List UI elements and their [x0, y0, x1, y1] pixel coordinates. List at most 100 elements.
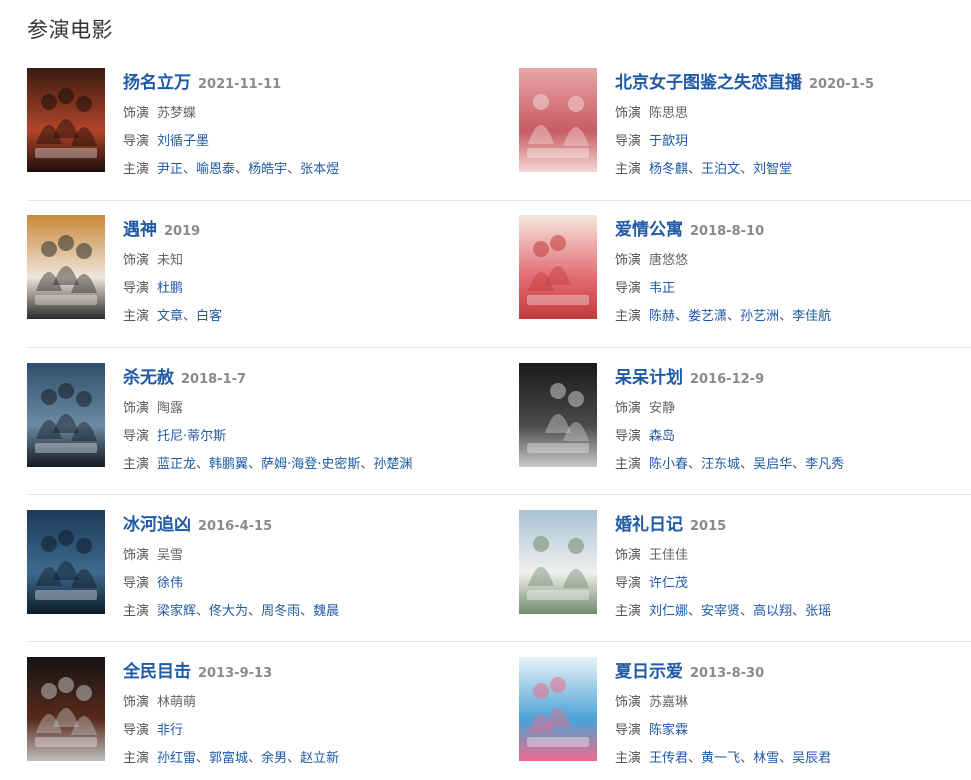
film-title-link[interactable]: 遇神: [123, 220, 157, 240]
role-label: 饰演: [615, 695, 642, 710]
cast-label: 主演: [123, 309, 150, 324]
film-poster[interactable]: [27, 363, 105, 467]
film-poster[interactable]: [519, 363, 597, 467]
poster-art: [519, 363, 597, 467]
role-label: 饰演: [123, 401, 150, 416]
director-link[interactable]: 韦正: [649, 281, 675, 296]
director-label: 导演: [615, 723, 642, 738]
director-link[interactable]: 森岛: [649, 429, 675, 444]
director-link[interactable]: 杜鹏: [157, 281, 183, 296]
film-title-link[interactable]: 北京女子图鉴之失恋直播: [615, 73, 802, 93]
cast-link[interactable]: 韩鹏翼: [209, 457, 248, 472]
cast-link[interactable]: 杨冬麒: [649, 162, 688, 177]
cast-separator: 、: [779, 309, 793, 324]
cast-row: 主演 杨冬麒、王泊文、刘智堂: [615, 158, 792, 177]
cast-link[interactable]: 杨皓宇: [248, 162, 287, 177]
cast-link[interactable]: 李凡秀: [805, 457, 844, 472]
cast-label: 主演: [615, 604, 642, 619]
film-card: 呆呆计划 2016-12-9 饰演 安静 导演 森岛 主演 陈小春、汪东城、吴启华、李凡秀: [519, 363, 969, 473]
cast-link[interactable]: 陈赫: [649, 309, 675, 324]
cast-link[interactable]: 陈小春: [649, 457, 688, 472]
cast-separator: 、: [688, 751, 702, 766]
film-title-link[interactable]: 婚礼日记: [615, 515, 683, 535]
film-title-link[interactable]: 扬名立万: [123, 73, 191, 93]
film-grid: 扬名立万 2021-11-11 饰演 苏梦蝶 导演 刘循子墨 主演 尹正、喻恩泰、杨皓宇、张本…: [0, 0, 971, 780]
director-link[interactable]: 徐伟: [157, 576, 183, 591]
director-link[interactable]: 托尼·蒂尔斯: [157, 429, 226, 444]
cast-separator: 、: [740, 457, 754, 472]
cast-link[interactable]: 王传君: [649, 751, 688, 766]
cast-link[interactable]: 萨姆·海登·史密斯: [261, 457, 360, 472]
cast-link[interactable]: 高以翔: [753, 604, 792, 619]
film-title-link[interactable]: 全民目击: [123, 662, 191, 682]
film-poster[interactable]: [519, 68, 597, 172]
cast-link[interactable]: 喻恩泰: [196, 162, 235, 177]
film-release-date: 2021-11-11: [198, 77, 282, 92]
cast-link[interactable]: 郭富城: [209, 751, 248, 766]
cast-link[interactable]: 赵立新: [300, 751, 339, 766]
film-release-date: 2019: [164, 224, 201, 239]
film-title-link[interactable]: 夏日示爱: [615, 662, 683, 682]
cast-link[interactable]: 余男: [261, 751, 287, 766]
film-title-link[interactable]: 冰河追凶: [123, 515, 191, 535]
film-title-link[interactable]: 杀无赦: [123, 368, 174, 388]
director-link[interactable]: 许仁茂: [649, 576, 688, 591]
film-release-date: 2013-8-30: [690, 666, 765, 681]
cast-separator: 、: [248, 604, 262, 619]
director-link[interactable]: 于歆玥: [649, 134, 688, 149]
film-poster[interactable]: [27, 215, 105, 319]
cast-link[interactable]: 梁家辉: [157, 604, 196, 619]
film-card: 北京女子图鉴之失恋直播 2020-1-5 饰演 陈思思 导演 于歆玥 主演 杨冬麒、王泊文、刘…: [519, 68, 969, 178]
role-row: 饰演 王佳佳: [615, 544, 688, 563]
cast-link[interactable]: 李佳航: [792, 309, 831, 324]
cast-link[interactable]: 刘仁娜: [649, 604, 688, 619]
cast-link[interactable]: 刘智堂: [753, 162, 792, 177]
cast-link[interactable]: 娄艺潇: [688, 309, 727, 324]
film-title-row: 冰河追凶 2016-4-15: [123, 510, 272, 535]
cast-link[interactable]: 汪东城: [701, 457, 740, 472]
role-row: 饰演 陈思思: [615, 102, 688, 121]
film-poster[interactable]: [27, 510, 105, 614]
cast-link[interactable]: 周冬雨: [261, 604, 300, 619]
cast-link[interactable]: 孙艺洲: [740, 309, 779, 324]
film-poster[interactable]: [27, 657, 105, 761]
cast-link[interactable]: 安宰贤: [701, 604, 740, 619]
film-title-row: 夏日示爱 2013-8-30: [615, 657, 764, 682]
cast-row: 主演 文章、白客: [123, 305, 222, 324]
director-link[interactable]: 非行: [157, 723, 183, 738]
cast-link[interactable]: 孙红雷: [157, 751, 196, 766]
film-title-link[interactable]: 爱情公寓: [615, 220, 683, 240]
cast-link[interactable]: 王泊文: [701, 162, 740, 177]
cast-separator: 、: [248, 457, 262, 472]
cast-separator: 、: [688, 457, 702, 472]
cast-link[interactable]: 吴启华: [753, 457, 792, 472]
cast-link[interactable]: 张本煜: [300, 162, 339, 177]
cast-link[interactable]: 吴辰君: [792, 751, 831, 766]
cast-link[interactable]: 文章: [157, 309, 183, 324]
cast-link[interactable]: 白客: [196, 309, 222, 324]
film-card: 爱情公寓 2018-8-10 饰演 唐悠悠 导演 韦正 主演 陈赫、娄艺潇、孙艺洲、李佳航: [519, 215, 969, 325]
film-title-row: 呆呆计划 2016-12-9: [615, 363, 764, 388]
cast-separator: 、: [792, 457, 806, 472]
director-link[interactable]: 陈家霖: [649, 723, 688, 738]
poster-art: [519, 215, 597, 319]
cast-separator: 、: [287, 162, 301, 177]
film-poster[interactable]: [519, 215, 597, 319]
cast-separator: 、: [196, 457, 210, 472]
cast-link[interactable]: 林雪: [753, 751, 779, 766]
film-poster[interactable]: [519, 510, 597, 614]
cast-link[interactable]: 魏晨: [313, 604, 339, 619]
director-label: 导演: [123, 429, 150, 444]
film-title-link[interactable]: 呆呆计划: [615, 368, 683, 388]
cast-link[interactable]: 尹正: [157, 162, 183, 177]
cast-link[interactable]: 佟大为: [209, 604, 248, 619]
cast-link[interactable]: 张瑶: [805, 604, 831, 619]
cast-link[interactable]: 蓝正龙: [157, 457, 196, 472]
cast-link[interactable]: 黄一飞: [701, 751, 740, 766]
director-row: 导演 非行: [123, 719, 183, 738]
film-poster[interactable]: [519, 657, 597, 761]
cast-link[interactable]: 孙楚渊: [373, 457, 412, 472]
film-poster[interactable]: [27, 68, 105, 172]
director-link[interactable]: 刘循子墨: [157, 134, 209, 149]
film-title-row: 北京女子图鉴之失恋直播 2020-1-5: [615, 68, 874, 93]
